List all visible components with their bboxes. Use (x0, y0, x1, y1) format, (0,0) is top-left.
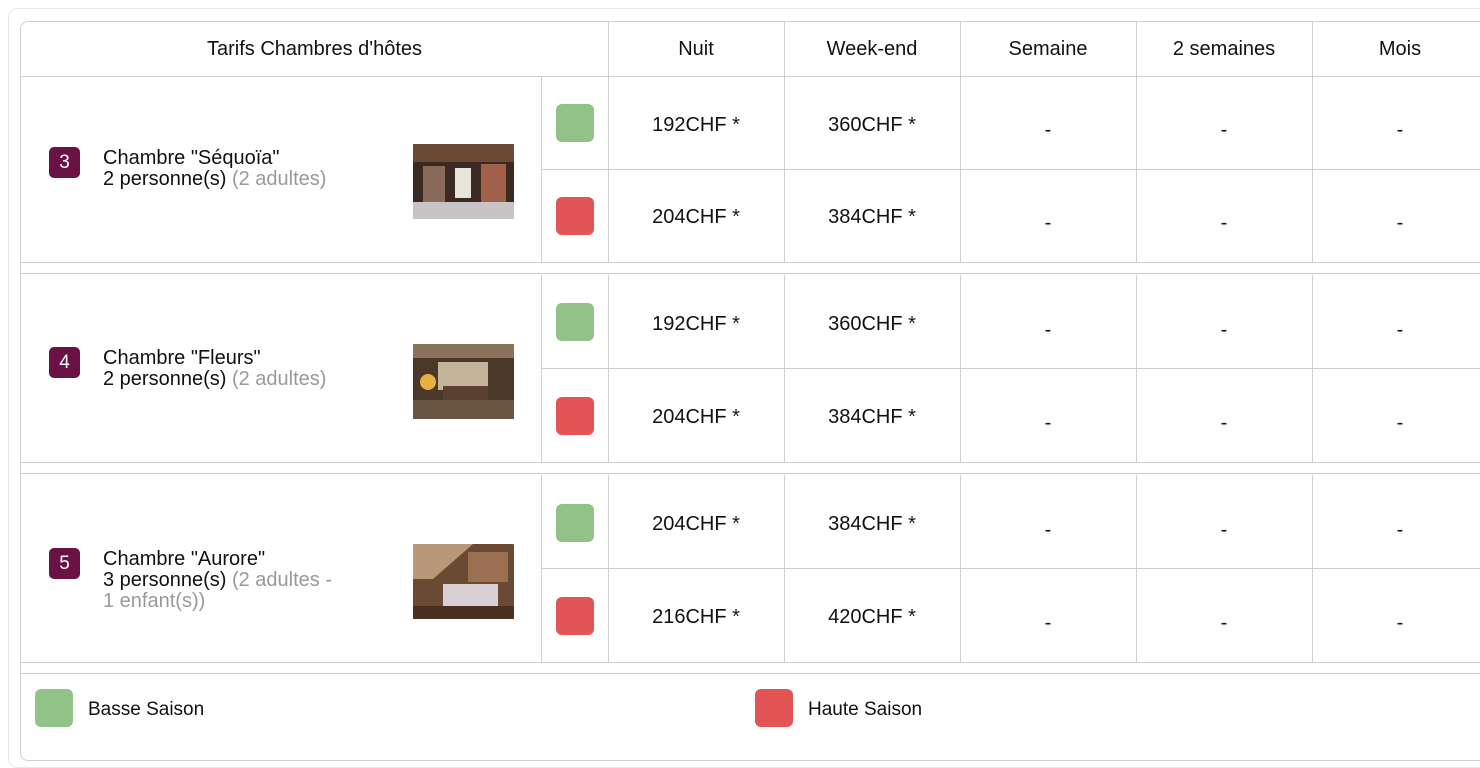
price-two-weeks-high: - (1220, 612, 1228, 634)
price-week-low: - (1044, 319, 1052, 341)
legend-low-label: Basse Saison (88, 699, 205, 720)
room-persons: 2 personne(s) (103, 368, 227, 390)
price-night-low: 204CHF * (652, 513, 740, 535)
price-two-weeks-low: - (1220, 519, 1228, 541)
high-season-swatch (556, 397, 594, 435)
room-name[interactable]: Chambre "Aurore" 3 personne(s) (2 adulte… (103, 549, 383, 612)
header-night: Nuit (678, 38, 714, 60)
price-week-low: - (1044, 119, 1052, 141)
divider (608, 22, 609, 76)
row-separator (21, 262, 1480, 274)
room-persons: 2 personne(s) (103, 168, 227, 190)
room-name[interactable]: Chambre "Fleurs" 2 personne(s) (2 adulte… (103, 348, 383, 390)
price-month-high: - (1396, 412, 1404, 434)
divider (1312, 22, 1313, 76)
room-number-badge: 4 (49, 347, 80, 378)
price-two-weeks-high: - (1220, 412, 1228, 434)
room-name[interactable]: Chambre "Séquoïa" 2 personne(s) (2 adult… (103, 148, 383, 190)
price-weekend-high: 384CHF * (828, 406, 916, 428)
header-two-weeks: 2 semaines (1172, 38, 1276, 60)
price-month-high: - (1396, 212, 1404, 234)
row-separator (21, 662, 1480, 674)
room-title: Chambre "Séquoïa" (103, 147, 280, 169)
room-persons-detail: (2 adultes) (231, 368, 327, 390)
price-two-weeks-low: - (1220, 119, 1228, 141)
divider (784, 22, 785, 76)
legend-high-swatch (755, 689, 793, 727)
price-month-low: - (1396, 519, 1404, 541)
price-two-weeks-low: - (1220, 319, 1228, 341)
price-two-weeks-high: - (1220, 212, 1228, 234)
price-week-high: - (1044, 412, 1052, 434)
low-season-swatch (556, 504, 594, 542)
divider (1136, 22, 1137, 76)
header-week: Semaine (1008, 38, 1088, 60)
divider (541, 368, 1480, 369)
header-title: Tarifs Chambres d'hôtes (206, 38, 423, 60)
price-night-low: 192CHF * (652, 114, 740, 136)
price-week-high: - (1044, 612, 1052, 634)
legend-low-swatch (35, 689, 73, 727)
high-season-swatch (556, 197, 594, 235)
price-weekend-low: 360CHF * (828, 313, 916, 335)
price-weekend-high: 420CHF * (828, 606, 916, 628)
price-night-high: 204CHF * (652, 406, 740, 428)
price-night-high: 216CHF * (652, 606, 740, 628)
header-weekend: Week-end (826, 38, 918, 60)
room-photo[interactable] (413, 544, 514, 619)
divider (541, 568, 1480, 569)
rates-table: Tarifs Chambres d'hôtes Nuit Week-end Se… (20, 21, 1480, 761)
room-persons-detail-2: 1 enfant(s)) (103, 590, 206, 612)
divider (960, 22, 961, 76)
room-persons-detail: (2 adultes - (231, 569, 333, 591)
room-photo[interactable] (413, 144, 514, 219)
price-weekend-low: 360CHF * (828, 114, 916, 136)
price-weekend-high: 384CHF * (828, 206, 916, 228)
room-number-badge: 5 (49, 548, 80, 579)
high-season-swatch (556, 597, 594, 635)
low-season-swatch (556, 104, 594, 142)
price-week-low: - (1044, 519, 1052, 541)
price-week-high: - (1044, 212, 1052, 234)
room-photo[interactable] (413, 344, 514, 419)
row-separator (21, 462, 1480, 474)
price-weekend-low: 384CHF * (828, 513, 916, 535)
room-persons: 3 personne(s) (103, 569, 227, 591)
price-month-low: - (1396, 319, 1404, 341)
price-month-high: - (1396, 612, 1404, 634)
divider (541, 169, 1480, 170)
room-title: Chambre "Fleurs" (103, 347, 261, 369)
room-title: Chambre "Aurore" (103, 548, 266, 570)
table-header: Tarifs Chambres d'hôtes Nuit Week-end Se… (21, 22, 1480, 77)
price-month-low: - (1396, 119, 1404, 141)
price-night-low: 192CHF * (652, 313, 740, 335)
legend-high-label: Haute Saison (808, 699, 923, 720)
room-persons-detail: (2 adultes) (231, 168, 327, 190)
room-number-badge: 3 (49, 147, 80, 178)
low-season-swatch (556, 303, 594, 341)
price-night-high: 204CHF * (652, 206, 740, 228)
header-month: Mois (1378, 38, 1422, 60)
